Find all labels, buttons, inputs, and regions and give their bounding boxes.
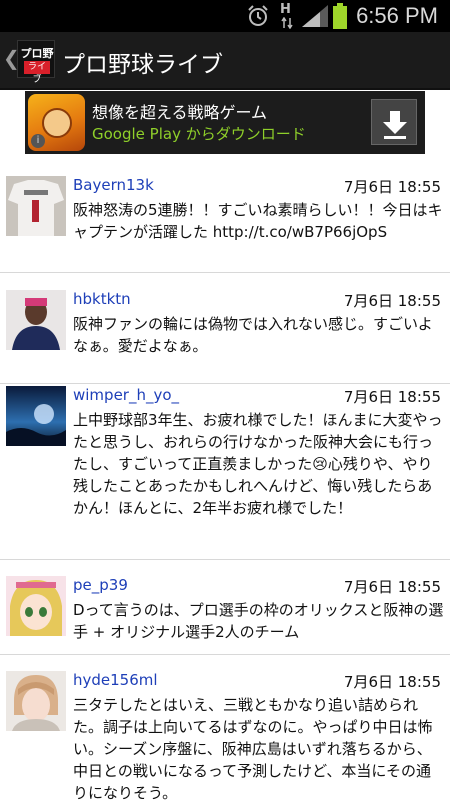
tweet-username[interactable]: pe_p39 [73,576,128,594]
app-title: プロ野球ライブ [62,52,223,78]
jersey-avatar-image [6,176,66,236]
tweet-username[interactable]: hbktktn [73,290,131,308]
tweet-date: 7月6日 18:55 [343,673,441,691]
tweet-date: 7月6日 18:55 [343,178,441,196]
tweet-date: 7月6日 18:55 [343,578,441,596]
app-logo-line2: ライブ [24,61,50,85]
landscape-avatar-image [6,386,66,446]
alarm-icon [248,5,268,26]
signal-icon [302,5,328,27]
tweet-text: 上中野球部3年生、お疲れ様でした！ほんまに大変やったと思うし、おれらの行けなかっ… [73,411,443,517]
tweet-text: 阪神ファンの輪には偽物では入れない感じ。すごいよなぁ。愛だよなぁ。 [73,315,433,355]
tweet-item[interactable]: pe_p39 7月6日 18:55 Dって言うのは、プロ選手の枠のオリックスと阪… [0,560,450,655]
tweet-username[interactable]: Bayern13k [73,176,154,194]
download-arrow-icon [383,111,407,139]
ad-game-icon[interactable]: i [28,94,85,151]
tweet-item[interactable]: hbktktn 7月6日 18:55 阪神ファンの輪には偽物では入れない感じ。す… [0,273,450,384]
avatar[interactable] [6,386,66,446]
tweet-item[interactable]: hyde156ml 7月6日 18:55 三タテしたとはいえ、三戦ともかなり追い… [0,655,450,800]
avatar[interactable] [6,576,66,636]
tweet-date: 7月6日 18:55 [343,388,441,406]
person-avatar-image [6,290,66,350]
battery-icon [333,3,347,29]
ad-title[interactable]: 想像を超える戦略ゲーム [92,99,267,123]
portrait-avatar-image [6,671,66,731]
download-button[interactable] [371,99,417,145]
ad-game-character [42,108,72,138]
ad-subtitle[interactable]: Google Play からダウンロード [92,123,306,144]
tweet-item[interactable]: Bayern13k 7月6日 18:55 阪神怒涛の5連勝！！すごいね素晴らしい… [0,154,450,273]
anime-avatar-image [6,576,66,636]
avatar[interactable] [6,671,66,731]
tweet-username[interactable]: hyde156ml [73,671,158,689]
tweet-username[interactable]: wimper_h_yo_ [73,386,179,404]
avatar[interactable] [6,290,66,350]
action-bar: ❮ プロ野球 ライブ プロ野球ライブ [0,32,450,90]
clock: 6:56 PM [356,3,438,28]
ad-info-icon[interactable]: i [31,134,45,148]
tweet-text: 阪神怒涛の5連勝！！すごいね素晴らしい！！今日はキャプテンが活躍した http:… [73,201,443,241]
tweet-text: 三タテしたとはいえ、三戦ともかなり追い詰められた。調子は上向いてるはずなのに。や… [73,696,433,800]
tweet-date: 7月6日 18:55 [343,292,441,310]
app-logo[interactable]: プロ野球 ライブ [17,40,55,85]
avatar[interactable] [6,176,66,236]
ad-banner[interactable]: i 想像を超える戦略ゲーム Google Play からダウンロード [25,91,425,154]
status-bar: H 6:56 PM [0,0,450,32]
network-type-label: H [280,2,291,17]
tweet-item[interactable]: wimper_h_yo_ 7月6日 18:55 上中野球部3年生、お疲れ様でした… [0,384,450,560]
data-activity-icon [281,17,293,29]
tweet-timeline[interactable]: Bayern13k 7月6日 18:55 阪神怒涛の5連勝！！すごいね素晴らしい… [0,154,450,800]
tweet-text: Dって言うのは、プロ選手の枠のオリックスと阪神の選手 + オリジナル選手2人のチ… [73,601,444,641]
